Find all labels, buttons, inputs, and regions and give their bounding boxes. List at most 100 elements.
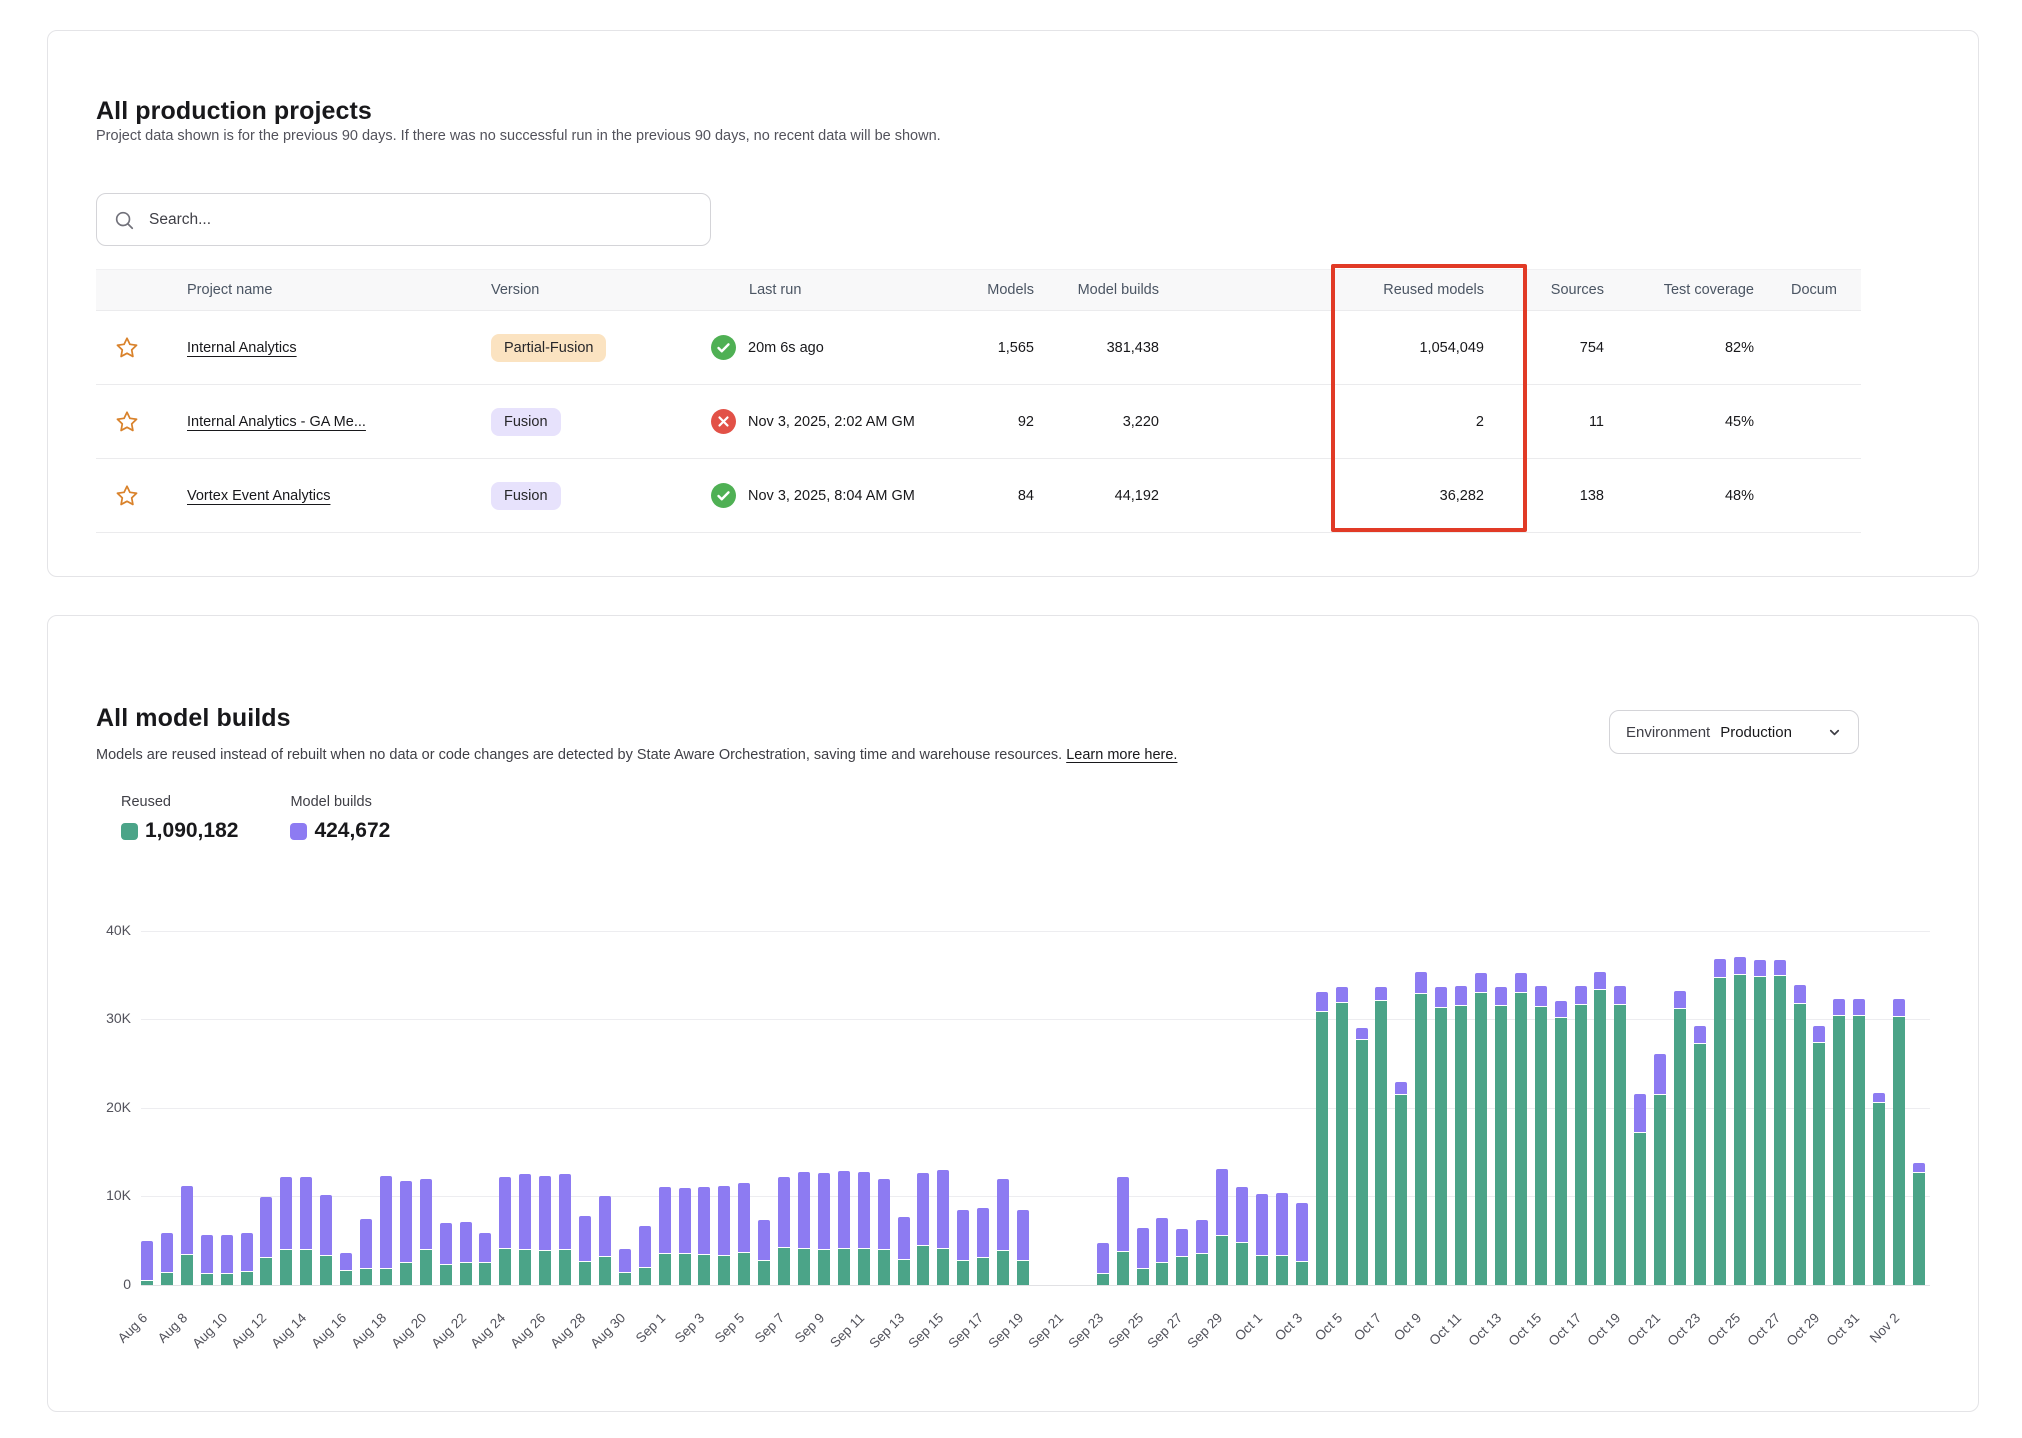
chart-bar-builds-segment[interactable] bbox=[1714, 959, 1726, 977]
chart-bar-builds-segment[interactable] bbox=[798, 1172, 810, 1247]
chart-bar-reused-segment[interactable] bbox=[161, 1273, 173, 1285]
chart-bar-builds-segment[interactable] bbox=[957, 1210, 969, 1261]
chart-bar-reused-segment[interactable] bbox=[1575, 1005, 1587, 1285]
search-input[interactable] bbox=[147, 210, 694, 230]
column-header-sources[interactable]: Sources bbox=[1496, 270, 1616, 310]
chart-bar-builds-segment[interactable] bbox=[519, 1174, 531, 1248]
chart-bar-builds-segment[interactable] bbox=[559, 1174, 571, 1249]
chart-bar-reused-segment[interactable] bbox=[1356, 1040, 1368, 1285]
chart-bar-builds-segment[interactable] bbox=[937, 1170, 949, 1248]
chart-bar-reused-segment[interactable] bbox=[798, 1249, 810, 1285]
chart-bar-builds-segment[interactable] bbox=[1853, 999, 1865, 1015]
chart-bar-reused-segment[interactable] bbox=[718, 1256, 730, 1285]
chart-bar-builds-segment[interactable] bbox=[1375, 987, 1387, 1000]
chart-bar-reused-segment[interactable] bbox=[937, 1249, 949, 1285]
chart-bar-builds-segment[interactable] bbox=[599, 1196, 611, 1255]
chart-bar-builds-segment[interactable] bbox=[838, 1171, 850, 1247]
chart-bar-reused-segment[interactable] bbox=[997, 1251, 1009, 1285]
chart-bar-reused-segment[interactable] bbox=[221, 1274, 233, 1285]
chart-bar-builds-segment[interactable] bbox=[858, 1172, 870, 1247]
chart-bar-builds-segment[interactable] bbox=[1117, 1177, 1129, 1251]
chart-bar-reused-segment[interactable] bbox=[1774, 976, 1786, 1285]
chart-bar-reused-segment[interactable] bbox=[1117, 1252, 1129, 1285]
chart-bar-reused-segment[interactable] bbox=[300, 1250, 312, 1285]
project-name-link[interactable]: Internal Analytics - GA Me... bbox=[187, 414, 366, 430]
chart-bar-builds-segment[interactable] bbox=[1833, 999, 1845, 1015]
chart-bar-builds-segment[interactable] bbox=[898, 1217, 910, 1260]
chart-bar-builds-segment[interactable] bbox=[340, 1253, 352, 1270]
chart-bar-reused-segment[interactable] bbox=[141, 1281, 153, 1285]
chart-bar-builds-segment[interactable] bbox=[1535, 986, 1547, 1005]
chart-bar-reused-segment[interactable] bbox=[659, 1254, 671, 1285]
chart-bar-builds-segment[interactable] bbox=[997, 1179, 1009, 1250]
chart-bar-builds-segment[interactable] bbox=[1196, 1220, 1208, 1253]
column-header-reused_models[interactable]: Reused models bbox=[1171, 270, 1496, 310]
chart-bar-reused-segment[interactable] bbox=[977, 1258, 989, 1285]
project-name-link[interactable]: Vortex Event Analytics bbox=[187, 488, 330, 504]
chart-bar-reused-segment[interactable] bbox=[957, 1261, 969, 1285]
chart-bar-reused-segment[interactable] bbox=[698, 1255, 710, 1285]
chart-bar-reused-segment[interactable] bbox=[1614, 1005, 1626, 1285]
chart-bar-reused-segment[interactable] bbox=[579, 1262, 591, 1285]
chart-bar-builds-segment[interactable] bbox=[400, 1181, 412, 1262]
chart-bar-reused-segment[interactable] bbox=[1654, 1095, 1666, 1285]
chart-bar-builds-segment[interactable] bbox=[479, 1233, 491, 1261]
chart-bar-builds-segment[interactable] bbox=[1794, 985, 1806, 1003]
chart-bar-builds-segment[interactable] bbox=[1276, 1193, 1288, 1255]
chart-bar-reused-segment[interactable] bbox=[1196, 1254, 1208, 1285]
chart-bar-builds-segment[interactable] bbox=[1754, 960, 1766, 976]
chart-bar-reused-segment[interactable] bbox=[380, 1269, 392, 1285]
chart-bar-builds-segment[interactable] bbox=[1575, 986, 1587, 1004]
chart-bar-builds-segment[interactable] bbox=[320, 1195, 332, 1254]
chart-bar-builds-segment[interactable] bbox=[1395, 1082, 1407, 1094]
chart-bar-builds-segment[interactable] bbox=[1634, 1094, 1646, 1132]
chart-bar-reused-segment[interactable] bbox=[320, 1256, 332, 1285]
chart-bar-reused-segment[interactable] bbox=[1276, 1256, 1288, 1285]
chart-bar-reused-segment[interactable] bbox=[1017, 1261, 1029, 1285]
chart-bar-reused-segment[interactable] bbox=[559, 1250, 571, 1285]
chart-bar-builds-segment[interactable] bbox=[260, 1197, 272, 1257]
chart-bar-builds-segment[interactable] bbox=[1256, 1194, 1268, 1255]
chart-bar-builds-segment[interactable] bbox=[639, 1226, 651, 1268]
chart-bar-builds-segment[interactable] bbox=[221, 1235, 233, 1273]
chart-bar-builds-segment[interactable] bbox=[360, 1219, 372, 1268]
chart-bar-builds-segment[interactable] bbox=[420, 1179, 432, 1249]
chart-bar-builds-segment[interactable] bbox=[1555, 1001, 1567, 1017]
chart-bar-reused-segment[interactable] bbox=[1794, 1004, 1806, 1285]
chart-bar-reused-segment[interactable] bbox=[420, 1250, 432, 1285]
chart-bar-reused-segment[interactable] bbox=[1873, 1103, 1885, 1285]
chart-bar-builds-segment[interactable] bbox=[1216, 1169, 1228, 1235]
chart-bar-reused-segment[interactable] bbox=[1475, 993, 1487, 1285]
project-name-link[interactable]: Internal Analytics bbox=[187, 340, 297, 356]
chart-bar-builds-segment[interactable] bbox=[539, 1176, 551, 1250]
chart-bar-builds-segment[interactable] bbox=[579, 1216, 591, 1261]
chart-bar-builds-segment[interactable] bbox=[300, 1177, 312, 1249]
chart-bar-builds-segment[interactable] bbox=[1913, 1163, 1925, 1173]
chart-bar-builds-segment[interactable] bbox=[1336, 987, 1348, 1002]
favorite-star-icon[interactable] bbox=[114, 335, 140, 361]
chart-bar-builds-segment[interactable] bbox=[659, 1187, 671, 1253]
chart-bar-reused-segment[interactable] bbox=[738, 1253, 750, 1285]
chart-bar-reused-segment[interactable] bbox=[1176, 1257, 1188, 1285]
chart-bar-builds-segment[interactable] bbox=[1356, 1028, 1368, 1039]
column-header-model_builds[interactable]: Model builds bbox=[1046, 270, 1171, 310]
chart-bar-builds-segment[interactable] bbox=[1734, 957, 1746, 974]
chart-bar-reused-segment[interactable] bbox=[440, 1265, 452, 1285]
chart-bar-reused-segment[interactable] bbox=[917, 1246, 929, 1285]
chart-bar-reused-segment[interactable] bbox=[1256, 1256, 1268, 1285]
chart-bar-reused-segment[interactable] bbox=[1634, 1133, 1646, 1285]
chart-bar-reused-segment[interactable] bbox=[1435, 1008, 1447, 1285]
chart-bar-reused-segment[interactable] bbox=[1236, 1243, 1248, 1285]
chart-bar-reused-segment[interactable] bbox=[1813, 1043, 1825, 1285]
chart-bar-reused-segment[interactable] bbox=[1893, 1017, 1905, 1285]
favorite-star-icon[interactable] bbox=[114, 409, 140, 435]
chart-bar-reused-segment[interactable] bbox=[1535, 1007, 1547, 1285]
chart-bar-reused-segment[interactable] bbox=[539, 1251, 551, 1285]
chart-bar-reused-segment[interactable] bbox=[280, 1250, 292, 1285]
chart-bar-reused-segment[interactable] bbox=[499, 1249, 511, 1285]
chart-bar-reused-segment[interactable] bbox=[1674, 1009, 1686, 1285]
chart-bar-builds-segment[interactable] bbox=[161, 1233, 173, 1272]
chart-bar-builds-segment[interactable] bbox=[380, 1176, 392, 1268]
chart-bar-reused-segment[interactable] bbox=[1137, 1269, 1149, 1285]
chart-bar-reused-segment[interactable] bbox=[838, 1249, 850, 1285]
